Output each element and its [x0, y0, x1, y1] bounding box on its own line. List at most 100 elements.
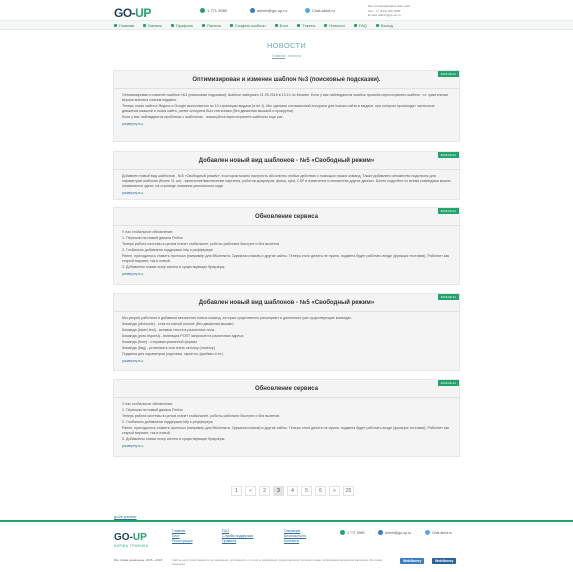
news-title: Добавлен новый вид шаблонов - №5 «Свобод…: [198, 300, 375, 306]
footer-link[interactable]: Регистрация: [172, 539, 192, 544]
news-card: 2018-09-21 Обновление сервиса У нас глобал…: [113, 379, 460, 457]
nav-icon: [202, 24, 206, 27]
divider: [114, 225, 459, 226]
nav-item[interactable]: Панель: [202, 23, 221, 28]
news-body: Оптимизирован и изменен шаблон №3 (поиск…: [114, 93, 459, 120]
nav-icon: [274, 24, 278, 27]
chat-icon: [305, 8, 310, 13]
news-paragraph: Оптимизирован и изменен шаблон №3 (поиск…: [122, 93, 448, 102]
header-info: Мы оптимизировали ваш сайт Тел.: +7 (123…: [368, 4, 411, 17]
nav-item[interactable]: Выход: [375, 23, 393, 28]
page-button[interactable]: 6: [315, 486, 326, 496]
news-paragraph: Команда {insert-text} - вставка текста в…: [122, 328, 215, 332]
news-paragraph: Команда {flag} - установить или снять га…: [122, 346, 215, 350]
header-chat[interactable]: Chat.ablot.ru: [305, 8, 335, 13]
main-nav: Главная Баланс Профиль Панель Создать шаблон…: [0, 20, 573, 30]
expand-link[interactable]: развернуть ▸: [114, 444, 459, 448]
news-paragraph: У нас глобальное обновление:: [122, 230, 174, 234]
footer-chat[interactable]: Chat.ablot.ru: [425, 530, 452, 535]
page-button[interactable]: 5: [301, 486, 312, 496]
footer-link[interactable]: Контакты: [284, 539, 306, 544]
nav-item[interactable]: FAQ: [353, 23, 367, 28]
footer-phone: 1 771 9980: [340, 530, 365, 535]
footer-copyright: Все права защищены. 2015—2018: [114, 558, 163, 562]
news-paragraph: Команда {clickcode} - клик по малой ссыл…: [122, 322, 234, 326]
webmoney-badge[interactable]: WebMoney: [432, 558, 457, 564]
news-paragraph: Добавлен новый вид шаблонов - №5 «Свобод…: [122, 174, 451, 188]
nav-icon: [229, 24, 233, 27]
news-body: У нас глобальное обновление: 1. Перешли н…: [114, 402, 459, 442]
nav-item[interactable]: Главная: [114, 23, 134, 28]
news-paragraph: 2. Глобально добавлена поддержка http.s …: [122, 248, 213, 252]
page-button[interactable]: »: [329, 486, 340, 496]
footer-logo[interactable]: GO-UP: [114, 532, 147, 543]
news-card: 2018-09-21 Оптимизирован и изменен шаблон…: [113, 70, 460, 142]
nav-item[interactable]: Тикеты: [297, 23, 315, 28]
page-button[interactable]: 1: [231, 486, 242, 496]
footer-col-1: Главная Блог Регистрация: [172, 529, 192, 544]
news-title: Оптимизирован и изменен шаблон №3 (поиск…: [192, 77, 381, 83]
pagination: 1 «2 3 4 5 6» 25: [231, 486, 354, 496]
arrow-right-icon: ▸: [140, 444, 144, 448]
footer-col-3: Операции Безопасность Контакты: [284, 529, 306, 544]
expand-link[interactable]: развернуть ▸: [114, 359, 459, 363]
news-paragraph: Теперь работа системы в целом станет ста…: [122, 414, 281, 418]
header-email[interactable]: admin@go-up.ru: [250, 8, 287, 13]
news-body: У нас глобальное обновление: 1. Перешли н…: [114, 230, 459, 270]
nav-icon: [297, 24, 301, 27]
chat-icon: [425, 530, 430, 535]
news-body: Мы упорно работали и добавили множество …: [114, 316, 459, 357]
nav-icon: [170, 24, 174, 27]
footer-link[interactable]: Правила: [222, 539, 253, 544]
divider: [114, 311, 459, 312]
news-paragraph: Команда {post-request} - имитация POST з…: [122, 334, 244, 338]
nav-icon: [375, 24, 379, 27]
nav-list: Главная Баланс Профиль Панель Создать шаблон…: [114, 23, 393, 28]
page-button[interactable]: 2: [259, 486, 270, 496]
divider: [114, 88, 459, 89]
webmoney-badge[interactable]: WebMoney: [400, 558, 425, 564]
news-date: 2018-09-21: [437, 208, 459, 214]
news-date: 2018-09-21: [437, 294, 459, 300]
news-date: 2018-09-21: [437, 152, 459, 158]
news-paragraph: 3. Добавлены новые юзер агенты в существ…: [122, 437, 226, 441]
footer-subtitle: БИРЖА ТРАФИКА: [114, 544, 149, 548]
nav-item[interactable]: Блог: [274, 23, 288, 28]
expand-link[interactable]: развернуть ▸: [114, 122, 459, 126]
page-button[interactable]: 4: [287, 486, 298, 496]
news-card: 2018-09-21 Обновление сервиса У нас глобал…: [113, 207, 460, 285]
divider: [114, 169, 459, 170]
news-paragraph: Ранее, приходилось ставить протокол (нап…: [122, 426, 450, 435]
breadcrumb-home[interactable]: Главная: [272, 54, 285, 58]
news-title: Обновление сервиса: [254, 386, 319, 392]
expand-link[interactable]: развернуть ▸: [114, 191, 459, 195]
nav-icon: [143, 24, 147, 27]
page-button[interactable]: 3: [273, 486, 284, 496]
news-paragraph: Ранее, приходилось ставить протокол (нап…: [122, 254, 450, 263]
footer-col-2: FAQ Служба поддержки Правила: [222, 529, 253, 544]
news-paragraph: 3. Добавлены новые юзер агенты в существ…: [122, 265, 226, 269]
logo[interactable]: GO-UP: [114, 6, 151, 20]
nav-item[interactable]: Профиль: [170, 23, 193, 28]
arrow-right-icon: ▸: [140, 272, 144, 276]
breadcrumb: Главная/новости: [271, 54, 302, 58]
news-date: 2018-09-21: [437, 71, 459, 77]
page-button[interactable]: «: [245, 486, 256, 496]
footer-disclaimer: Сайт не несет ответственности за содержа…: [172, 559, 382, 566]
news-paragraph: У нас глобальное обновление:: [122, 402, 174, 406]
phone-icon: [200, 8, 205, 13]
page-title: НОВОСТИ: [266, 41, 307, 50]
breadcrumb-current: новости: [288, 54, 302, 58]
nav-item[interactable]: Баланс: [143, 23, 162, 28]
news-title: Обновление сервиса: [254, 214, 319, 220]
news-paragraph: Мы упорно работали и добавили множество …: [122, 316, 352, 320]
nav-item[interactable]: Создать шаблон: [229, 23, 266, 28]
partner-link[interactable]: go2e.partner: [114, 514, 137, 519]
arrow-right-icon: ▸: [140, 191, 144, 195]
page-button[interactable]: 25: [343, 486, 354, 496]
expand-link[interactable]: развернуть ▸: [114, 272, 459, 276]
nav-item[interactable]: Новости: [324, 23, 345, 28]
footer-email[interactable]: admin@go-up.ru: [378, 530, 411, 535]
phone-icon: [340, 530, 345, 535]
divider: [114, 397, 459, 398]
